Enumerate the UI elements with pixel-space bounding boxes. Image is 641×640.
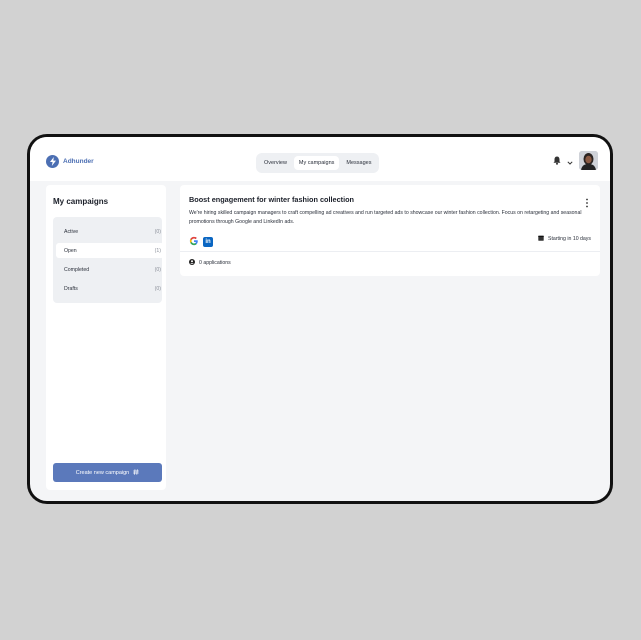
campaign-filters: Active (0) Open (1) Completed (0) Drafts… — [53, 217, 164, 303]
applications-count: 0 applications — [199, 260, 231, 266]
campaign-title: Boost engagement for winter fashion coll… — [189, 195, 355, 204]
top-bar: Adhunder Overview My campaigns Messages — [30, 137, 610, 181]
applications: 0 applications — [189, 259, 231, 267]
bell-icon[interactable] — [553, 152, 561, 170]
linkedin-icon: in — [203, 237, 213, 247]
app-name: Adhunder — [63, 158, 94, 165]
filter-count: (0) — [154, 266, 161, 273]
filter-count: (1) — [154, 247, 161, 254]
sidebar: My campaigns Active (0) Open (1) Complet… — [46, 185, 166, 490]
campaign-description: We're hiring skilled campaign managers t… — [189, 210, 582, 225]
channel-icons: in — [189, 233, 213, 251]
user-icon — [189, 259, 195, 267]
avatar[interactable] — [579, 151, 598, 170]
start-date: Starting in 10 days — [538, 235, 591, 243]
filter-open[interactable]: Open (1) — [56, 243, 164, 258]
app-screen: Adhunder Overview My campaigns Messages — [30, 137, 610, 501]
create-campaign-button[interactable]: Create new campaign — [53, 463, 162, 482]
lightning-logo-icon — [46, 155, 59, 168]
filter-count: (0) — [154, 285, 161, 292]
filter-drafts[interactable]: Drafts (0) — [56, 281, 164, 296]
google-icon — [189, 233, 199, 251]
filter-completed[interactable]: Completed (0) — [56, 262, 164, 277]
filter-label: Completed — [64, 266, 90, 273]
filter-label: Drafts — [64, 285, 78, 292]
campaign-card[interactable]: Boost engagement for winter fashion coll… — [180, 185, 600, 276]
more-options-icon[interactable] — [584, 195, 590, 208]
filter-count: (0) — [154, 228, 161, 235]
create-campaign-label: Create new campaign — [75, 469, 130, 476]
card-divider — [180, 251, 600, 252]
tab-my-campaigns[interactable]: My campaigns — [293, 156, 340, 170]
start-text: Starting in 10 days — [548, 236, 591, 242]
main-nav: Overview My campaigns Messages — [256, 153, 380, 173]
tab-messages[interactable]: Messages — [341, 156, 376, 170]
chevron-down-icon[interactable] — [567, 152, 573, 170]
calendar-icon — [538, 235, 544, 243]
filter-label: Open — [64, 247, 77, 254]
laptop-frame: Adhunder Overview My campaigns Messages — [27, 134, 613, 504]
user-area — [553, 151, 598, 170]
sidebar-title: My campaigns — [53, 197, 109, 206]
hash-icon — [133, 468, 139, 477]
filter-active[interactable]: Active (0) — [56, 224, 164, 239]
filter-label: Active — [64, 228, 79, 235]
tab-overview[interactable]: Overview — [259, 156, 292, 170]
logo[interactable]: Adhunder — [46, 155, 94, 168]
